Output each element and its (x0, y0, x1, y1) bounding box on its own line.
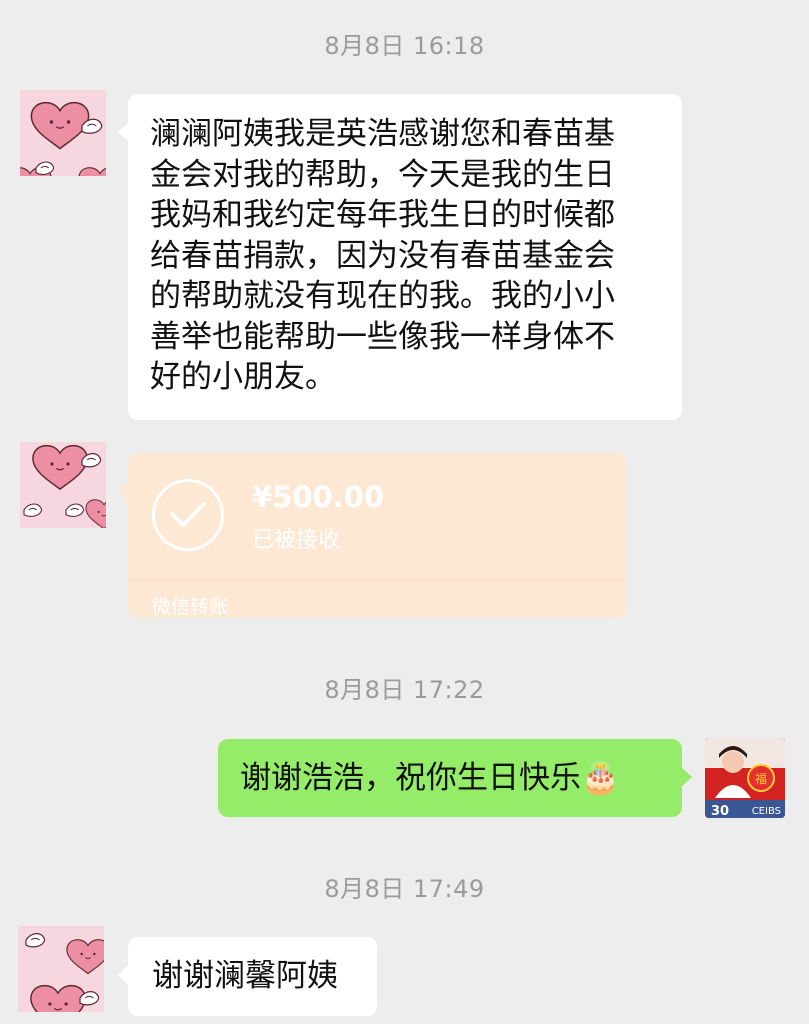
message-text: 谢谢浩浩，祝你生日快乐🎂 (240, 760, 620, 796)
message-bubble-text[interactable]: 谢谢澜馨阿姨 (118, 937, 377, 1016)
message-line: 金会对我的帮助，今天是我的生日 (150, 156, 615, 193)
contact-avatar[interactable] (20, 442, 106, 528)
heart-with-wings-avatar-icon (20, 90, 106, 176)
contact-avatar[interactable] (20, 90, 106, 176)
contact-avatar[interactable] (18, 926, 104, 1012)
transfer-amount: ¥500.00 (252, 480, 385, 514)
divider (128, 579, 626, 580)
heart-with-wings-avatar-icon (20, 442, 106, 528)
message-line: 的帮助就没有现在的我。我的小小 (150, 278, 615, 314)
heart-with-wings-avatar-icon (18, 926, 104, 1012)
transfer-footer: 微信转账 (152, 596, 229, 618)
checkmark-circle-icon (152, 479, 224, 551)
message-text: 谢谢澜馨阿姨 (152, 958, 338, 994)
avatar-number: 30 (711, 804, 729, 818)
message-bubble-text[interactable]: 澜澜阿姨我是英浩感谢您和春苗基 金会对我的帮助，今天是我的生日 我妈和我约定每年… (118, 94, 682, 420)
timestamp: 8月8日 17:22 (324, 676, 485, 704)
message-line: 好的小朋友。 (150, 359, 336, 395)
user-avatar[interactable]: 福 30 CEIBS (705, 738, 785, 818)
message-bubble-own[interactable]: 谢谢浩浩，祝你生日快乐🎂 (218, 739, 692, 817)
message-line: 给春苗捐款，因为没有春苗基金会 (150, 237, 615, 274)
timestamp: 8月8日 17:49 (324, 875, 485, 903)
transfer-card[interactable]: ¥500.00 已被接收 微信转账 (118, 453, 626, 618)
profile-photo-icon: 福 30 CEIBS (705, 738, 785, 818)
svg-text:福: 福 (755, 771, 767, 786)
message-line: 善举也能帮助一些像我一样身体不 (150, 318, 615, 355)
message-line: 我妈和我约定每年我生日的时候都 (150, 197, 615, 233)
timestamp: 8月8日 16:18 (324, 32, 485, 60)
avatar-badge: CEIBS (752, 806, 781, 817)
transfer-status: 已被接收 (252, 528, 341, 553)
message-line: 澜澜阿姨我是英浩感谢您和春苗基 (150, 116, 615, 152)
